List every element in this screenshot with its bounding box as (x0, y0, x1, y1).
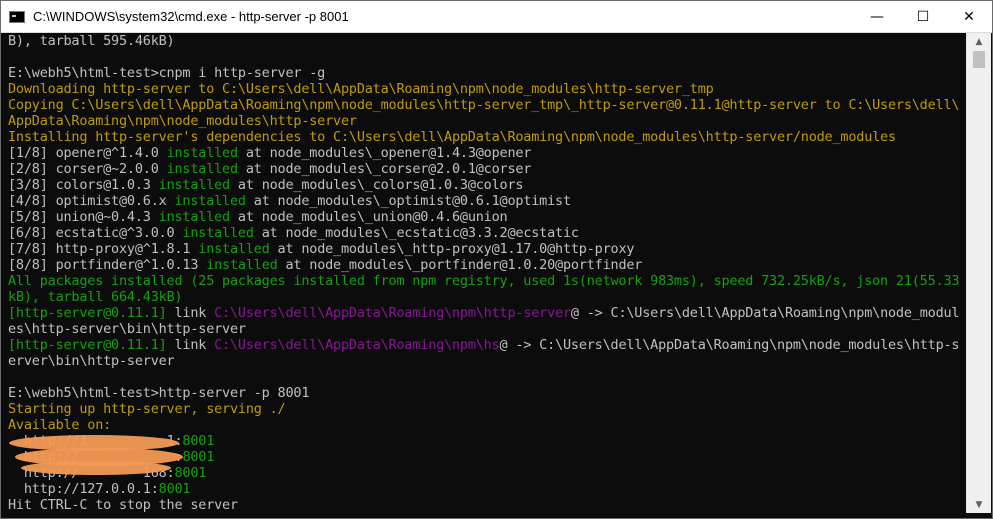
console-line: Hit CTRL-C to stop the server (8, 497, 238, 513)
console-line: [3/8] colors@1.0.3 installed at node_mod… (8, 177, 524, 193)
console-line: Installing http-server's dependencies to… (8, 129, 896, 145)
console-text: at node_modules\_corser@2.0.1@corser (237, 161, 532, 177)
cmd-window: C:\WINDOWS\system32\cmd.exe - http-serve… (0, 0, 993, 519)
console-line: erver\bin\http-server (8, 353, 175, 369)
console-line: es\http-server\bin\http-server (8, 321, 246, 337)
console-text: Hit CTRL-C to stop the server (8, 497, 238, 513)
console-line: E:\webh5\html-test>http-server -p 8001 (8, 385, 309, 401)
console-text: 8001 (182, 433, 215, 449)
console-line: Starting up http-server, serving ./ (8, 401, 286, 417)
console-text: erver\bin\http-server (8, 353, 175, 369)
console-text: C:\Users\dell\AppData\Roaming\npm\hs (214, 337, 500, 353)
console-text: Copying C:\Users\dell\AppData\Roaming\np… (8, 97, 960, 113)
cmd-console-icon (9, 10, 25, 23)
console-text: 8001 (174, 465, 207, 481)
console-text: es\http-server\bin\http-server (8, 321, 246, 337)
console-text: @ -> C:\Users\dell\AppData\Roaming\npm\n… (570, 305, 960, 321)
console-text: [http-server@0.11.1] (8, 305, 167, 321)
console-text: installed (174, 193, 246, 209)
console-text: link (166, 305, 215, 321)
console-line: All packages installed (25 packages inst… (8, 273, 960, 289)
scroll-down-arrow-icon[interactable]: ▼ (967, 496, 991, 513)
console-text: http://127.0.0.1: (8, 481, 159, 497)
console-line: [6/8] ecstatic@^3.0.0 installed at node_… (8, 225, 579, 241)
console-line: Available on: (8, 417, 111, 433)
console-text: at node_modules\_portfinder@1.0.20@portf… (277, 257, 643, 273)
console-text: @ -> C:\Users\dell\AppData\Roaming\npm\n… (499, 337, 960, 353)
console-line: [2/8] corser@~2.0.0 installed at node_mo… (8, 161, 531, 177)
console-text: link (166, 337, 215, 353)
console-text: Starting up http-server, serving ./ (8, 401, 286, 417)
close-button[interactable]: ✕ (946, 1, 992, 32)
console-text: E:\webh5\html-test>http-server -p 8001 (8, 385, 310, 401)
console-text: at node_modules\_http-proxy@1.17.0@http-… (269, 241, 635, 257)
console-text: E:\webh5\html-test>cnpm i http-server -g (8, 65, 326, 81)
console-line: B), tarball 595.46kB) (8, 33, 175, 49)
console-line: [8/8] portfinder@^1.0.13 installed at no… (8, 257, 642, 273)
window-title: C:\WINDOWS\system32\cmd.exe - http-serve… (33, 9, 349, 24)
console-text: 8001 (158, 481, 191, 497)
console-text: installed (166, 161, 239, 177)
console-text: [2/8] corser@~2.0.0 (8, 161, 167, 177)
console-text: AppData\Roaming\npm\node_modules\http-se… (8, 113, 357, 129)
scroll-thumb[interactable] (973, 51, 985, 68)
console-text: at node_modules\_opener@1.4.3@opener (237, 145, 532, 161)
console-line: [http-server@0.11.1] link C:\Users\dell\… (8, 305, 960, 321)
console-text: at node_modules\_ecstatic@3.3.2@ecstatic (253, 225, 579, 241)
console-text: [1/8] opener@^1.4.0 (8, 145, 167, 161)
console-text: installed (166, 145, 239, 161)
console-text: [7/8] http-proxy@^1.8.1 (8, 241, 199, 257)
console-line: [5/8] union@~0.4.3 installed at node_mod… (8, 209, 508, 225)
console-text: [6/8] ecstatic@^3.0.0 (8, 225, 183, 241)
console-line: http://127.0.0.1:8001 (8, 481, 191, 497)
console-line: [7/8] http-proxy@^1.8.1 installed at nod… (8, 241, 635, 257)
console-line: kB), tarball 664.43kB) (8, 289, 183, 305)
console-text: at node_modules\_union@0.4.6@union (230, 209, 508, 225)
console-text: installed (182, 225, 254, 241)
console-line: [4/8] optimist@0.6.x installed at node_m… (8, 193, 571, 209)
console-text: Downloading http-server to C:\Users\dell… (8, 81, 714, 97)
console-text: B), tarball 595.46kB) (8, 33, 175, 49)
console-text: [4/8] optimist@0.6.x (8, 193, 175, 209)
maximize-button[interactable]: ☐ (900, 1, 946, 32)
title-bar[interactable]: C:\WINDOWS\system32\cmd.exe - http-serve… (1, 1, 992, 33)
console-text: installed (198, 241, 270, 257)
window-controls: — ☐ ✕ (854, 1, 992, 32)
console-text: Installing http-server's dependencies to… (8, 129, 896, 145)
console-text: [8/8] portfinder@^1.0.13 (8, 257, 207, 273)
console-text: installed (158, 177, 231, 193)
vertical-scrollbar[interactable]: ▲ ▼ (966, 33, 991, 513)
console-line: Downloading http-server to C:\Users\dell… (8, 81, 714, 97)
console-text: [5/8] union@~0.4.3 (8, 209, 159, 225)
console-text: All packages installed (25 packages inst… (8, 273, 960, 289)
console-text: installed (158, 209, 231, 225)
console-line: [1/8] opener@^1.4.0 installed at node_mo… (8, 145, 531, 161)
console-line: AppData\Roaming\npm\node_modules\http-se… (8, 113, 357, 129)
console-text: kB), tarball 664.43kB) (8, 289, 183, 305)
console-text: Available on: (8, 417, 112, 433)
console-text: C:\Users\dell\AppData\Roaming\npm\http-s… (214, 305, 571, 321)
console-line: E:\webh5\html-test>cnpm i http-server -g (8, 65, 325, 81)
console-text: installed (206, 257, 278, 273)
console-text: [http-server@0.11.1] (8, 337, 167, 353)
console-text: 8001 (182, 449, 215, 465)
console-line: Copying C:\Users\dell\AppData\Roaming\np… (8, 97, 960, 113)
minimize-button[interactable]: — (854, 1, 900, 32)
console-text: at node_modules\_colors@1.0.3@colors (230, 177, 524, 193)
scroll-up-arrow-icon[interactable]: ▲ (967, 33, 991, 50)
console-text: [3/8] colors@1.0.3 (8, 177, 159, 193)
redaction-mark (21, 461, 171, 475)
console-line: [http-server@0.11.1] link C:\Users\dell\… (8, 337, 960, 353)
console-text: at node_modules\_optimist@0.6.1@optimist (245, 193, 571, 209)
